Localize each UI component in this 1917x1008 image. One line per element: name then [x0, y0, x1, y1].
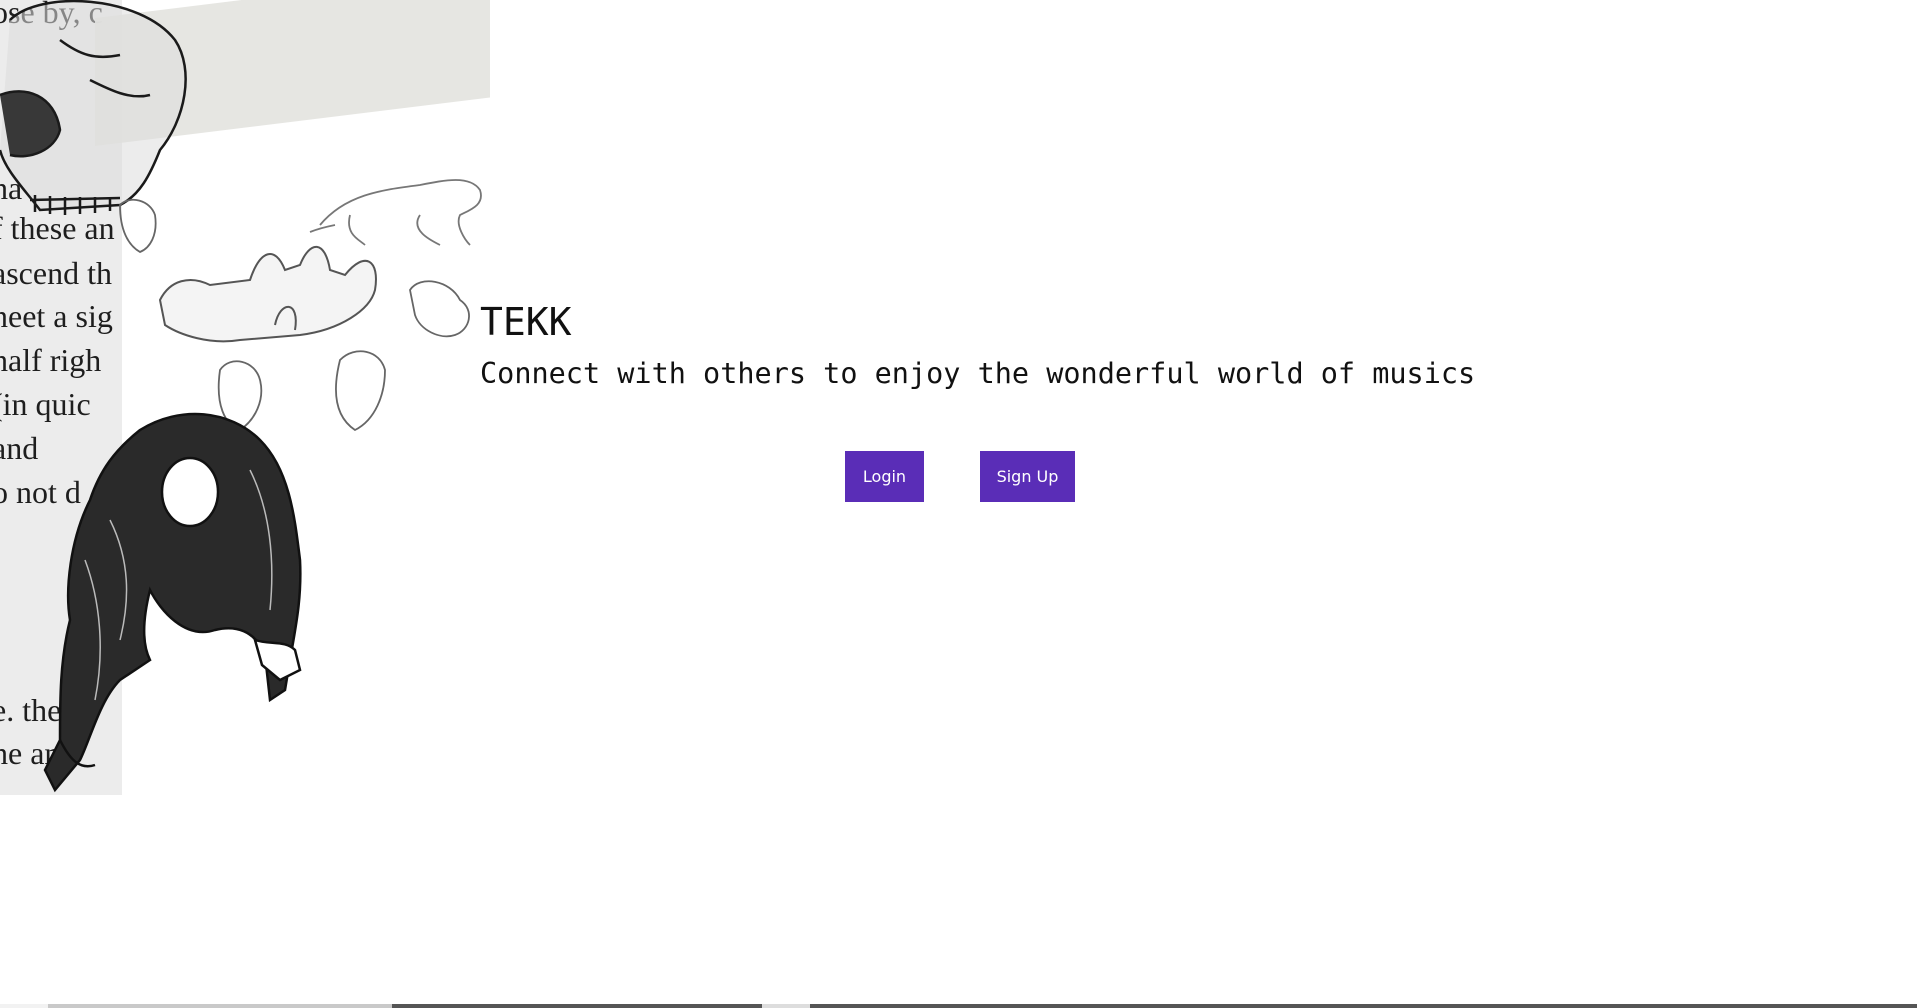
landing-page: ose by, c ha f these an ascend th neet a…: [0, 0, 1917, 1008]
login-button[interactable]: Login: [845, 451, 924, 502]
anatomy-figure-icon: [43, 412, 302, 793]
anatomy-sketch-icon: [0, 0, 482, 793]
scrollbar-thumb[interactable]: [392, 1004, 762, 1008]
hand-sketch-icon: [158, 245, 377, 343]
cat-sketch-icon: [309, 179, 482, 246]
signup-button[interactable]: Sign Up: [980, 451, 1075, 502]
scrollbar-segment: [762, 1004, 810, 1008]
skull-icon: [0, 0, 187, 215]
brand-title: TEKK: [480, 300, 572, 344]
horizontal-scrollbar[interactable]: [0, 1004, 1917, 1008]
scrollbar-segment: [48, 1004, 392, 1008]
scrollbar-segment: [810, 1004, 1917, 1008]
tagline: Connect with others to enjoy the wonderf…: [480, 357, 1476, 390]
collage-illustration: ose by, c ha f these an ascend th neet a…: [0, 0, 500, 800]
